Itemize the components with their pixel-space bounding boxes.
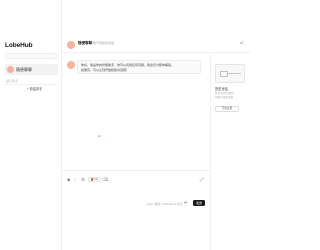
upload-icon[interactable]: ↑ (74, 177, 76, 182)
model-icon[interactable]: ◆ (67, 177, 70, 182)
chat-title: 随便聊聊 (78, 41, 93, 45)
send-hint: Enter 发送 / Shift+Enter 换行 (147, 202, 183, 206)
panel-title: 历史对话 (215, 87, 228, 91)
settings-icon[interactable]: ⚙ (81, 177, 85, 182)
empty-illustration (215, 64, 245, 83)
session-group-label: 默认助手 (6, 79, 19, 83)
chat-header: 随便聊聊 用于轻松的对话 < (62, 38, 250, 53)
expand-icon[interactable]: ⤢ (200, 177, 204, 182)
sidebar-divider (5, 84, 57, 85)
share-icon[interactable]: < (240, 41, 244, 47)
panel-desc-line: 内容可在此查看 (215, 95, 234, 99)
message-line: 如果有，可以立刻开始和我对话吧！ (81, 68, 130, 72)
chat-input-area[interactable]: ◆ ↑ ⚙ 0.0k ⌫ ⤢ Enter 发送 / Shift+Enter 换行… (62, 170, 210, 250)
send-button[interactable]: 发送 (193, 200, 205, 206)
header-avatar[interactable] (67, 41, 75, 49)
session-item-active[interactable]: 随便聊聊 (5, 64, 58, 75)
clear-icon[interactable]: ⌫ (102, 177, 108, 182)
assistant-message: 你好，我是你的智能助手，你可以问我任何问题，我会尽力帮你解答。 如果有，可以立刻… (77, 60, 201, 74)
panel-description: 在对话中生成的 内容可在此查看 (215, 92, 247, 100)
right-panel: 历史对话 在对话中生成的 内容可在此查看 开启设置 (210, 54, 250, 250)
session-avatar (7, 66, 14, 73)
sidebar: LobeHub 随便聊聊 默认助手 + 新建助手 (0, 0, 62, 250)
add-assistant-button[interactable]: + 新建助手 (27, 86, 43, 91)
assistant-avatar (67, 61, 75, 69)
session-name: 随便聊聊 (16, 66, 32, 72)
token-count: 0.0k (93, 178, 99, 181)
chat-subtitle: 用于轻松的对话 (93, 41, 115, 46)
app-logo[interactable]: LobeHub (5, 42, 33, 49)
search-input[interactable] (5, 53, 57, 59)
token-usage-badge[interactable]: 0.0k (88, 177, 101, 182)
cursor-hint: Hi (98, 134, 101, 138)
panel-action-button[interactable]: 开启设置 (215, 106, 239, 112)
enter-key-icon[interactable]: ↵ (184, 200, 188, 206)
chat-messages: 你好，我是你的智能助手，你可以问我任何问题，我会尽力帮你解答。 如果有，可以立刻… (62, 54, 210, 170)
